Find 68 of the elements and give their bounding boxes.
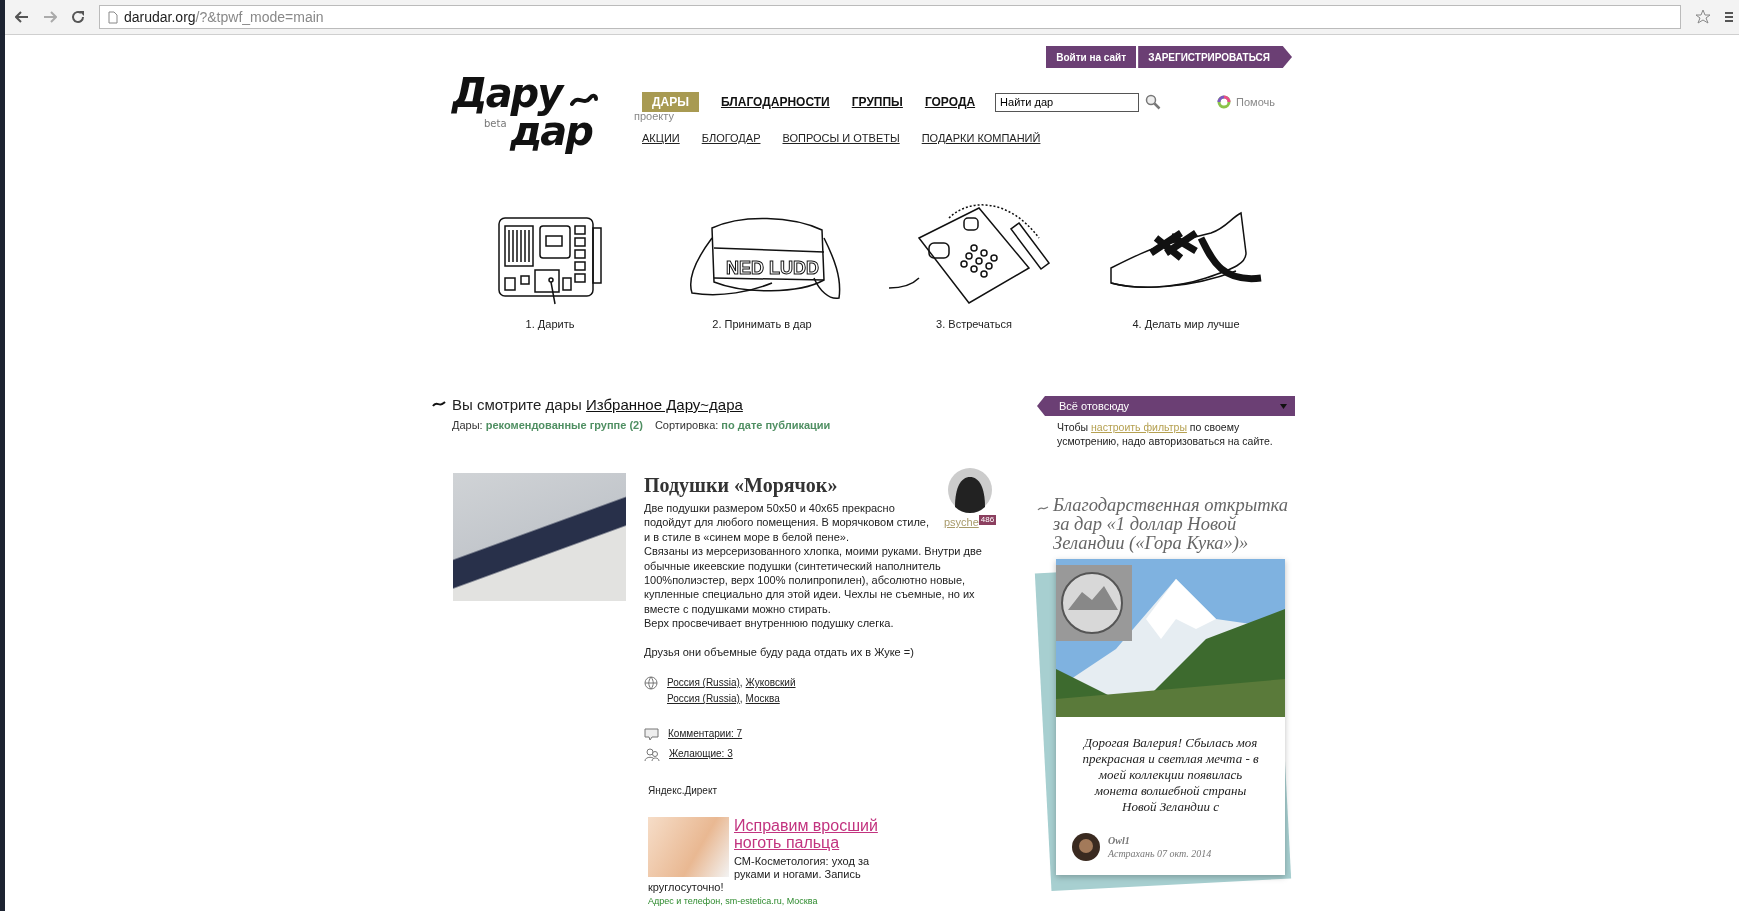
comma-text: , [739, 677, 743, 689]
filter-link[interactable]: рекомендованные группе (2) [485, 419, 643, 431]
help-link[interactable]: Помочь [1236, 96, 1276, 108]
bag-print-text: NED LUDD [726, 258, 819, 278]
city-link[interactable]: Жуковский [745, 677, 796, 689]
note-text: проекту [634, 110, 675, 122]
globe-icon [644, 676, 658, 691]
caret-icon [1280, 403, 1287, 409]
country-link[interactable]: Россия (Russia) [667, 677, 740, 689]
comment-icon [644, 728, 659, 742]
comments-link[interactable]: Комментарии: 7 [668, 727, 743, 742]
comma-text: , [739, 693, 743, 705]
people-icon [644, 748, 660, 763]
step-caption: 4. Делать мир лучше [1132, 318, 1240, 330]
reload-icon[interactable] [71, 10, 85, 24]
filter-text: Сортировка: по дате публикации [654, 419, 831, 431]
star-icon[interactable] [1695, 9, 1711, 25]
step-caption: 2. Принимать в дар [712, 318, 812, 330]
step-caption: 3. Встречаться [936, 318, 1012, 330]
search-field[interactable]: Найти дар [995, 92, 1140, 112]
swash-icon [570, 92, 600, 108]
country-link[interactable]: Россия (Russia) [667, 693, 740, 705]
feed-heading: Вы смотрите дары Избранное Дару~дара [452, 396, 743, 413]
description-text: Связаны из мерсеризованного хлопка, моими руками. Внутри две обычные икеевские подушки (синтетический наполнитель 100%полиэстер, верх 100% полипропилен), абсолютно новые, купленные специально для этой идеи. Чехлы не съемные, но их вместе с подушками можно стирать. [644, 544, 983, 617]
tilde-icon [432, 401, 446, 408]
avatar-icon [947, 467, 993, 513]
description-text: Две подушки размером 50х50 и 40х65 прекрасно подойдут для любого помещения. В морячковом стиле, и в стиле в «синем море в белой пене». [644, 501, 931, 545]
subnav-link[interactable]: ПОДАРКИ КОМПАНИЙ [921, 132, 1041, 144]
ring-icon [1217, 95, 1232, 109]
nav-tab[interactable]: ГОРОДА [924, 92, 976, 112]
tilde-icon [1037, 506, 1049, 512]
back-icon[interactable] [15, 11, 29, 23]
collection-link[interactable]: Избранное Дару~дара [585, 396, 743, 413]
search-icon[interactable] [1145, 94, 1162, 110]
beta-label: beta [484, 118, 507, 129]
description-text: Друзья они объемные буду рада отдать их в Жуке =) [644, 644, 915, 660]
ad-label: Яндекс.Директ [648, 784, 718, 799]
subnav-link[interactable]: БЛОГОДАР [701, 132, 761, 144]
url-text: darudar.org/?&tpwf_mode=main [124, 9, 324, 25]
login-button[interactable]: Войти на сайт [1046, 46, 1137, 68]
subnav-link[interactable]: ВОПРОСЫ И ОТВЕТЫ [782, 132, 900, 144]
ad-title-link[interactable]: Исправим вросший ноготь пальца [648, 816, 893, 851]
hint-text: Чтобы настроить фильтры по своему усмотрению, надо авторизоваться на сайте. [1057, 420, 1274, 448]
thanks-heading[interactable]: Благодарственная открытка за дар «1 доллар Новой Зеландии («Гора Кука»)» [1053, 496, 1289, 553]
region-dropdown[interactable]: Всё отовсюду [1037, 396, 1295, 416]
thanks-card[interactable]: Дорогая Валерия! Сбылась моя прекрасная и светлая мечта - в моей коллекции появилась монета волшебной страны Новой Зеландии с Owl1 Астрахань 07 окт. 2014 [1056, 559, 1285, 875]
gift-title: Подушки «Морячок» [644, 473, 839, 497]
filter-text: Дары: рекомендованные группе (2) [452, 419, 643, 431]
photo-placeholder[interactable] [453, 473, 626, 601]
place-date: Астрахань 07 окт. 2014 [1108, 848, 1212, 859]
nav-tab[interactable]: БЛАГОДАРНОСТИ [720, 92, 830, 112]
author-name: Owl1 [1108, 835, 1131, 846]
page-icon [108, 10, 118, 24]
address-bar[interactable]: darudar.org/?&tpwf_mode=main [99, 5, 1681, 29]
rating-badge: 486 [978, 515, 997, 525]
city-link[interactable]: Москва [745, 693, 780, 705]
wishers-link[interactable]: Желающие: 3 [669, 747, 733, 762]
ad-text: СМ-Косметология: уход за руками и ногами. Запись круглосуточно! [648, 854, 871, 894]
ad-contacts[interactable]: Адрес и телефон, sm-estetica.ru, Москва [648, 895, 1004, 907]
subnav-link[interactable]: АКЦИИ [642, 132, 680, 144]
menu-icon[interactable] [1725, 11, 1733, 23]
filter-link[interactable]: по дате публикации [721, 419, 831, 431]
card-message: Дорогая Валерия! Сбылась моя прекрасная и светлая мечта - в моей коллекции появилась монета волшебной страны Новой Зеландии с [1081, 735, 1260, 815]
register-button[interactable]: ЗАРЕГИСТРИРОВАТЬСЯ [1138, 46, 1292, 68]
nav-tab[interactable]: ГРУППЫ [851, 92, 903, 112]
step-caption: 1. Дарить [525, 318, 575, 330]
avatar-icon [1072, 833, 1100, 861]
description-text: Верх просвечивает внутреннюю подушку слегка. [644, 616, 895, 631]
